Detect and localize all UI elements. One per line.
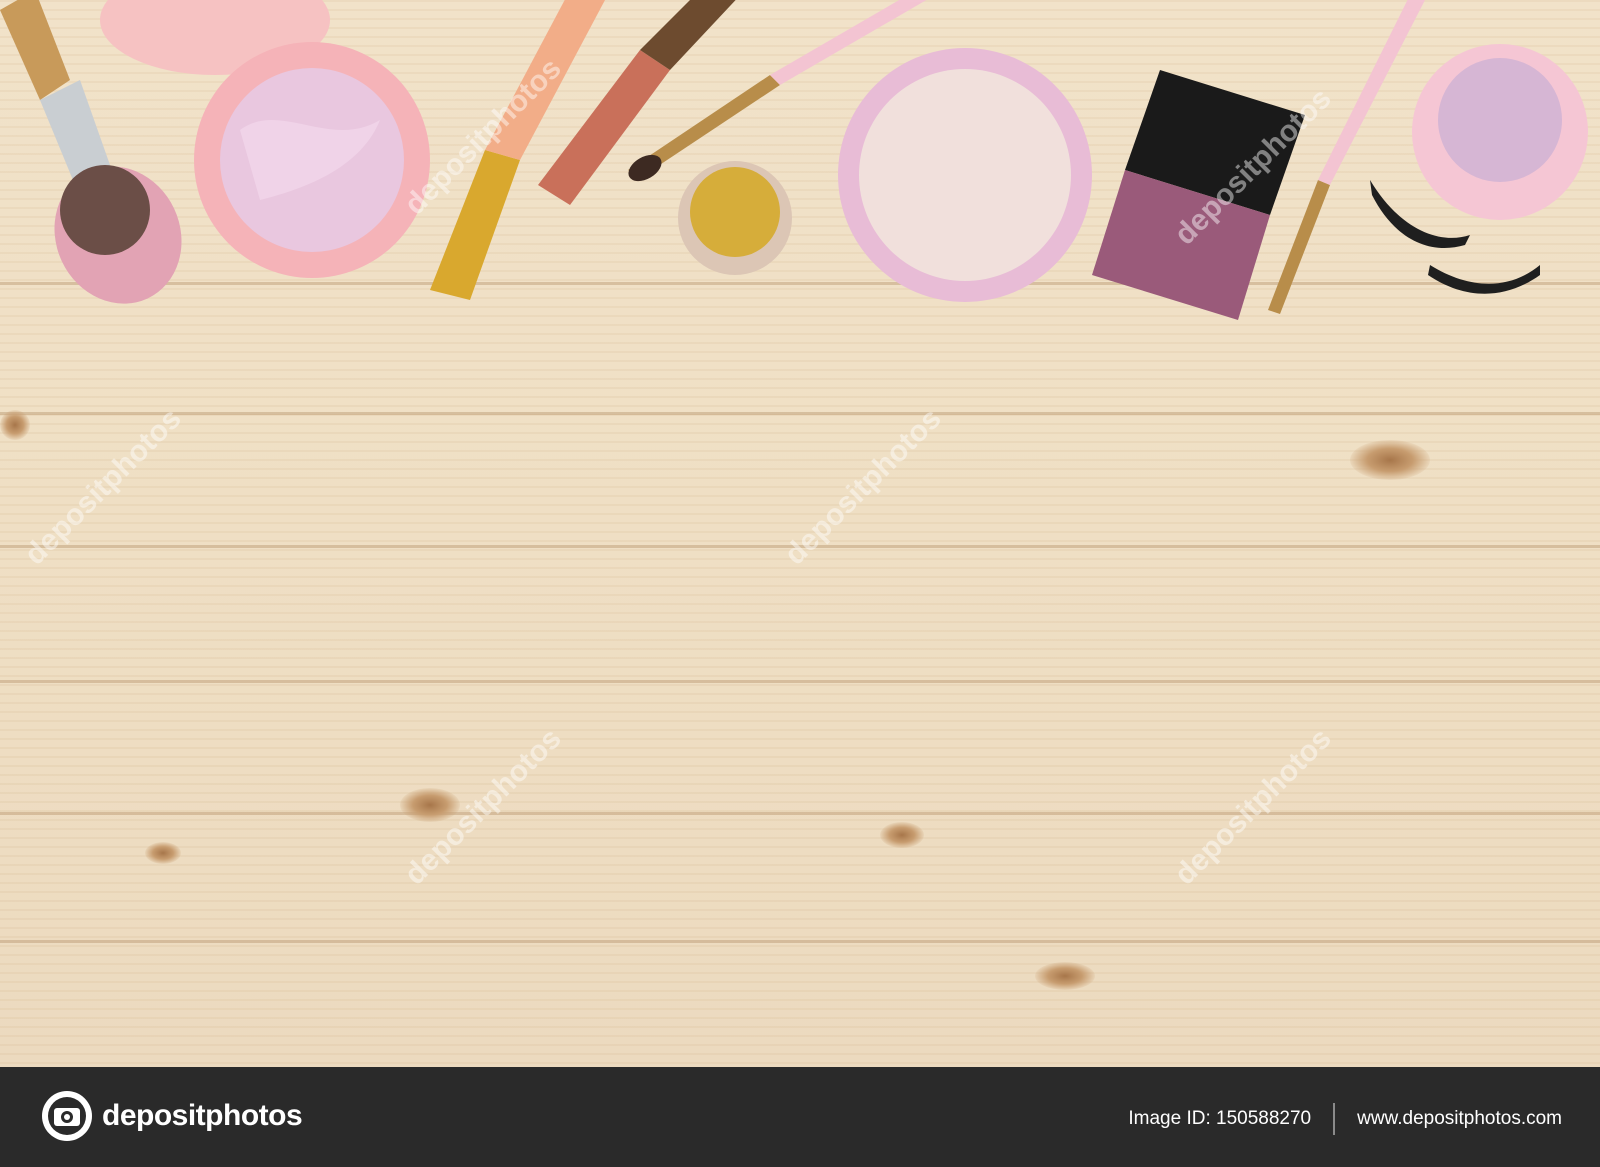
pink-eyeliner-brush [1268, 0, 1425, 314]
divider [1333, 1103, 1336, 1135]
powder-compact [838, 48, 1092, 302]
stock-photo: depositphotos depositphotos depositphoto… [0, 0, 1600, 1067]
image-id: Image ID: 150588270 [1128, 1108, 1312, 1129]
gold-eyeshadow-pot [678, 161, 792, 275]
depositphotos-logo[interactable]: depositphotos [40, 1089, 303, 1143]
image-meta: Image ID: 150588270 www.depositphotos.co… [1128, 1103, 1562, 1135]
footer-bar: depositphotos Image ID: 150588270 www.de… [0, 1067, 1600, 1167]
nail-polish [1092, 70, 1305, 320]
site-link[interactable]: www.depositphotos.com [1357, 1108, 1562, 1130]
logo-text: depositphotos [102, 1099, 303, 1132]
camera-logo-icon [42, 1091, 92, 1141]
eyeshadow-compact [1412, 44, 1588, 220]
